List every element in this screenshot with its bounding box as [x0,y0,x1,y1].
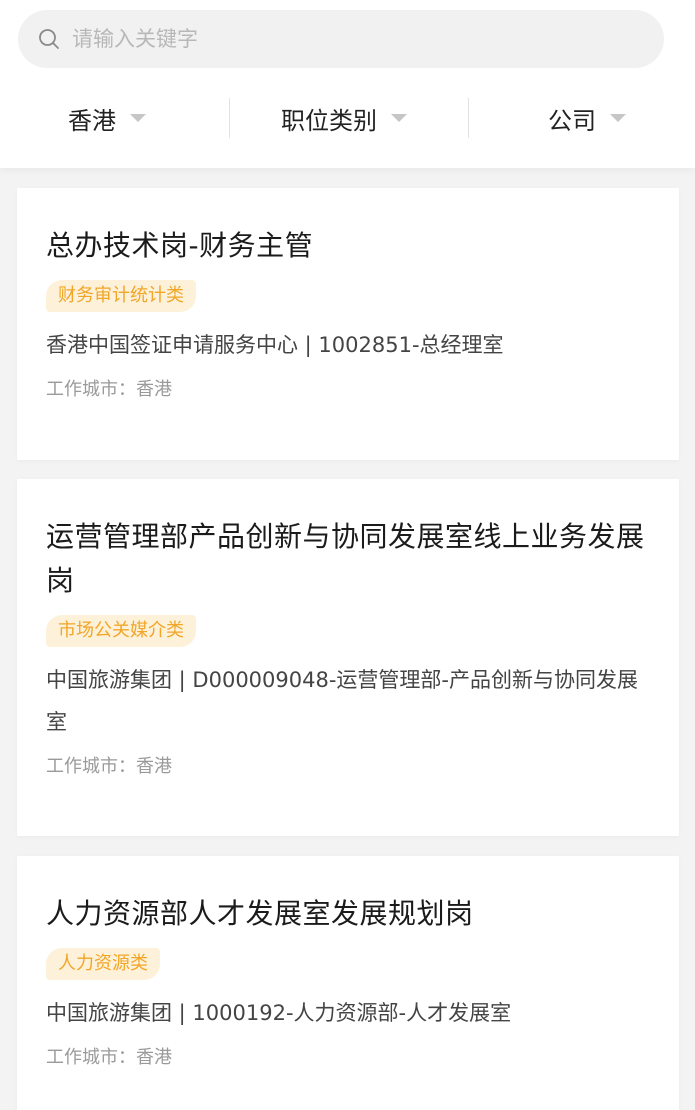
job-city: 工作城市：香港 [46,1044,655,1072]
job-city-value: 香港 [136,756,172,777]
filter-bar: 香港 职位类别 公司 [0,90,695,146]
job-category-tag: 市场公关媒介类 [46,615,196,647]
filter-company[interactable]: 公司 [548,90,626,146]
top-bar: 香港 职位类别 公司 [0,0,695,168]
job-title: 运营管理部产品创新与协同发展室线上业务发展岗 [46,520,645,597]
job-category-tag: 财务审计统计类 [46,280,196,312]
job-card[interactable]: 人力资源部人才发展室发展规划岗 人力资源类 中国旅游集团 | 1000192-人… [17,856,679,1110]
job-city-label: 工作城市： [46,379,136,400]
filter-category[interactable]: 职位类别 [281,90,407,146]
job-company: 中国旅游集团 | 1000192-人力资源部-人才发展室 [46,1001,512,1025]
search-input[interactable] [72,27,592,51]
job-title: 总办技术岗-财务主管 [46,229,314,262]
search-icon [38,28,60,50]
filter-company-label: 公司 [548,106,596,135]
chevron-down-icon [391,114,407,122]
job-title: 人力资源部人才发展室发展规划岗 [46,897,474,930]
job-city-value: 香港 [136,1047,172,1068]
chevron-down-icon [610,114,626,122]
job-city-label: 工作城市： [46,1047,136,1068]
job-category-tag: 人力资源类 [46,948,160,980]
job-city-value: 香港 [136,379,172,400]
job-card[interactable]: 总办技术岗-财务主管 财务审计统计类 香港中国签证申请服务中心 | 100285… [17,188,679,460]
filter-location[interactable]: 香港 [68,90,146,146]
filter-divider [229,98,230,138]
job-company: 香港中国签证申请服务中心 | 1002851-总经理室 [46,333,504,357]
filter-category-label: 职位类别 [281,106,377,135]
filter-location-label: 香港 [68,106,116,135]
job-city-label: 工作城市： [46,756,136,777]
filter-divider [468,98,469,138]
chevron-down-icon [130,114,146,122]
job-city: 工作城市：香港 [46,376,655,404]
job-card[interactable]: 运营管理部产品创新与协同发展室线上业务发展岗 市场公关媒介类 中国旅游集团 | … [17,479,679,836]
job-company: 中国旅游集团 | D000009048-运营管理部-产品创新与协同发展室 [46,668,638,734]
search-bar[interactable] [18,10,664,68]
job-city: 工作城市：香港 [46,753,655,781]
